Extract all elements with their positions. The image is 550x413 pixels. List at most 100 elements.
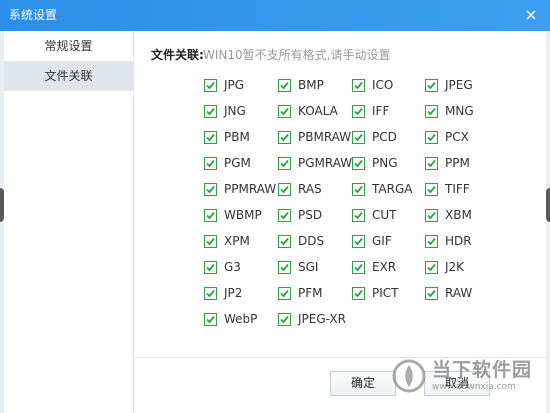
check-icon xyxy=(206,107,215,115)
checkbox-box[interactable] xyxy=(204,286,217,300)
sidebar-item-general[interactable]: 常规设置 xyxy=(4,31,133,61)
checkbox-box[interactable] xyxy=(425,208,438,222)
checkbox-box[interactable] xyxy=(278,312,291,326)
format-checkbox-tiff[interactable]: TIFF xyxy=(425,181,470,197)
checkbox-box[interactable] xyxy=(352,156,365,170)
checkbox-box[interactable] xyxy=(425,78,438,92)
check-icon xyxy=(427,133,436,141)
checkbox-box[interactable] xyxy=(425,286,438,300)
format-checkbox-g3[interactable]: G3 xyxy=(204,259,241,275)
checkbox-box[interactable] xyxy=(425,104,438,118)
format-checkbox-xpm[interactable]: XPM xyxy=(204,233,250,249)
format-checkbox-pfm[interactable]: PFM xyxy=(278,285,323,301)
ok-button[interactable]: 确定 xyxy=(330,371,396,396)
checkbox-box[interactable] xyxy=(278,78,291,92)
checkbox-box[interactable] xyxy=(425,234,438,248)
checkbox-box[interactable] xyxy=(278,182,291,196)
format-checkbox-wbmp[interactable]: WBMP xyxy=(204,207,262,223)
format-label: JNG xyxy=(224,104,246,118)
format-checkbox-iff[interactable]: IFF xyxy=(352,103,389,119)
checkbox-box[interactable] xyxy=(352,104,365,118)
format-checkbox-j2k[interactable]: J2K xyxy=(425,259,464,275)
format-checkbox-pict[interactable]: PICT xyxy=(352,285,398,301)
format-checkbox-koala[interactable]: KOALA xyxy=(278,103,338,119)
checkbox-box[interactable] xyxy=(204,104,217,118)
format-label: MNG xyxy=(445,104,474,118)
checkbox-box[interactable] xyxy=(278,260,291,274)
format-checkbox-webp[interactable]: WebP xyxy=(204,311,257,327)
format-checkbox-exr[interactable]: EXR xyxy=(352,259,396,275)
checkbox-box[interactable] xyxy=(204,156,217,170)
checkbox-box[interactable] xyxy=(278,156,291,170)
close-icon[interactable] xyxy=(522,6,540,24)
checkbox-box[interactable] xyxy=(204,234,217,248)
format-checkbox-psd[interactable]: PSD xyxy=(278,207,322,223)
checkbox-box[interactable] xyxy=(204,208,217,222)
checkbox-box[interactable] xyxy=(278,234,291,248)
format-checkbox-jpeg[interactable]: JPEG xyxy=(425,77,473,93)
format-checkbox-dds[interactable]: DDS xyxy=(278,233,324,249)
format-label: PPMRAW xyxy=(224,182,277,196)
format-checkbox-jpg[interactable]: JPG xyxy=(204,77,244,93)
checkbox-box[interactable] xyxy=(425,130,438,144)
checkbox-box[interactable] xyxy=(204,260,217,274)
format-checkbox-raw[interactable]: RAW xyxy=(425,285,472,301)
format-checkbox-xbm[interactable]: XBM xyxy=(425,207,472,223)
checkbox-box[interactable] xyxy=(204,182,217,196)
checkbox-box[interactable] xyxy=(278,130,291,144)
format-checkbox-cut[interactable]: CUT xyxy=(352,207,397,223)
sidebar-item-file-association[interactable]: 文件关联 xyxy=(4,61,133,91)
file-association-note: WIN10暂不支所有格式,请手动设置 xyxy=(203,48,391,62)
format-checkbox-sgi[interactable]: SGI xyxy=(278,259,318,275)
format-label: ICO xyxy=(372,78,394,92)
format-checkbox-targa[interactable]: TARGA xyxy=(352,181,412,197)
format-checkbox-pbmraw[interactable]: PBMRAW xyxy=(278,129,351,145)
format-label: RAS xyxy=(298,182,322,196)
format-checkbox-gif[interactable]: GIF xyxy=(352,233,392,249)
sidebar-item-label: 文件关联 xyxy=(44,69,93,83)
format-label: JPEG-XR xyxy=(298,312,346,326)
checkbox-box[interactable] xyxy=(425,156,438,170)
checkbox-box[interactable] xyxy=(278,286,291,300)
format-label: PBM xyxy=(224,130,250,144)
checkbox-box[interactable] xyxy=(352,130,365,144)
format-checkbox-pgm[interactable]: PGM xyxy=(204,155,251,171)
checkbox-box[interactable] xyxy=(204,312,217,326)
checkbox-box[interactable] xyxy=(352,78,365,92)
checkbox-box[interactable] xyxy=(352,286,365,300)
format-checkbox-jpeg-xr[interactable]: JPEG-XR xyxy=(278,311,346,327)
checkbox-box[interactable] xyxy=(278,104,291,118)
checkbox-box[interactable] xyxy=(425,182,438,196)
check-icon xyxy=(427,237,436,245)
checkbox-box[interactable] xyxy=(204,78,217,92)
format-label: PCX xyxy=(445,130,469,144)
checkbox-box[interactable] xyxy=(204,130,217,144)
format-checkbox-pcd[interactable]: PCD xyxy=(352,129,397,145)
checkbox-box[interactable] xyxy=(352,208,365,222)
format-checkbox-jp2[interactable]: JP2 xyxy=(204,285,242,301)
format-checkbox-ico[interactable]: ICO xyxy=(352,77,393,93)
format-checkbox-jng[interactable]: JNG xyxy=(204,103,246,119)
checkbox-box[interactable] xyxy=(425,260,438,274)
checkbox-box[interactable] xyxy=(278,208,291,222)
check-icon xyxy=(427,211,436,219)
format-checkbox-hdr[interactable]: HDR xyxy=(425,233,472,249)
check-icon xyxy=(427,107,436,115)
format-checkbox-png[interactable]: PNG xyxy=(352,155,398,171)
checkbox-box[interactable] xyxy=(352,182,365,196)
format-checkbox-bmp[interactable]: BMP xyxy=(278,77,324,93)
format-checkbox-pbm[interactable]: PBM xyxy=(204,129,250,145)
format-label: BMP xyxy=(298,78,324,92)
format-checkbox-mng[interactable]: MNG xyxy=(425,103,474,119)
checkbox-box[interactable] xyxy=(352,260,365,274)
right-scroll-handle[interactable] xyxy=(546,188,550,222)
format-checkbox-ppmraw[interactable]: PPMRAW xyxy=(204,181,276,197)
format-checkbox-ras[interactable]: RAS xyxy=(278,181,322,197)
format-checkbox-pcx[interactable]: PCX xyxy=(425,129,469,145)
format-checkbox-pgmraw[interactable]: PGMRAW xyxy=(278,155,352,171)
check-icon xyxy=(280,185,289,193)
format-checkbox-ppm[interactable]: PPM xyxy=(425,155,470,171)
check-icon xyxy=(354,237,363,245)
checkbox-box[interactable] xyxy=(352,234,365,248)
check-icon xyxy=(354,81,363,89)
